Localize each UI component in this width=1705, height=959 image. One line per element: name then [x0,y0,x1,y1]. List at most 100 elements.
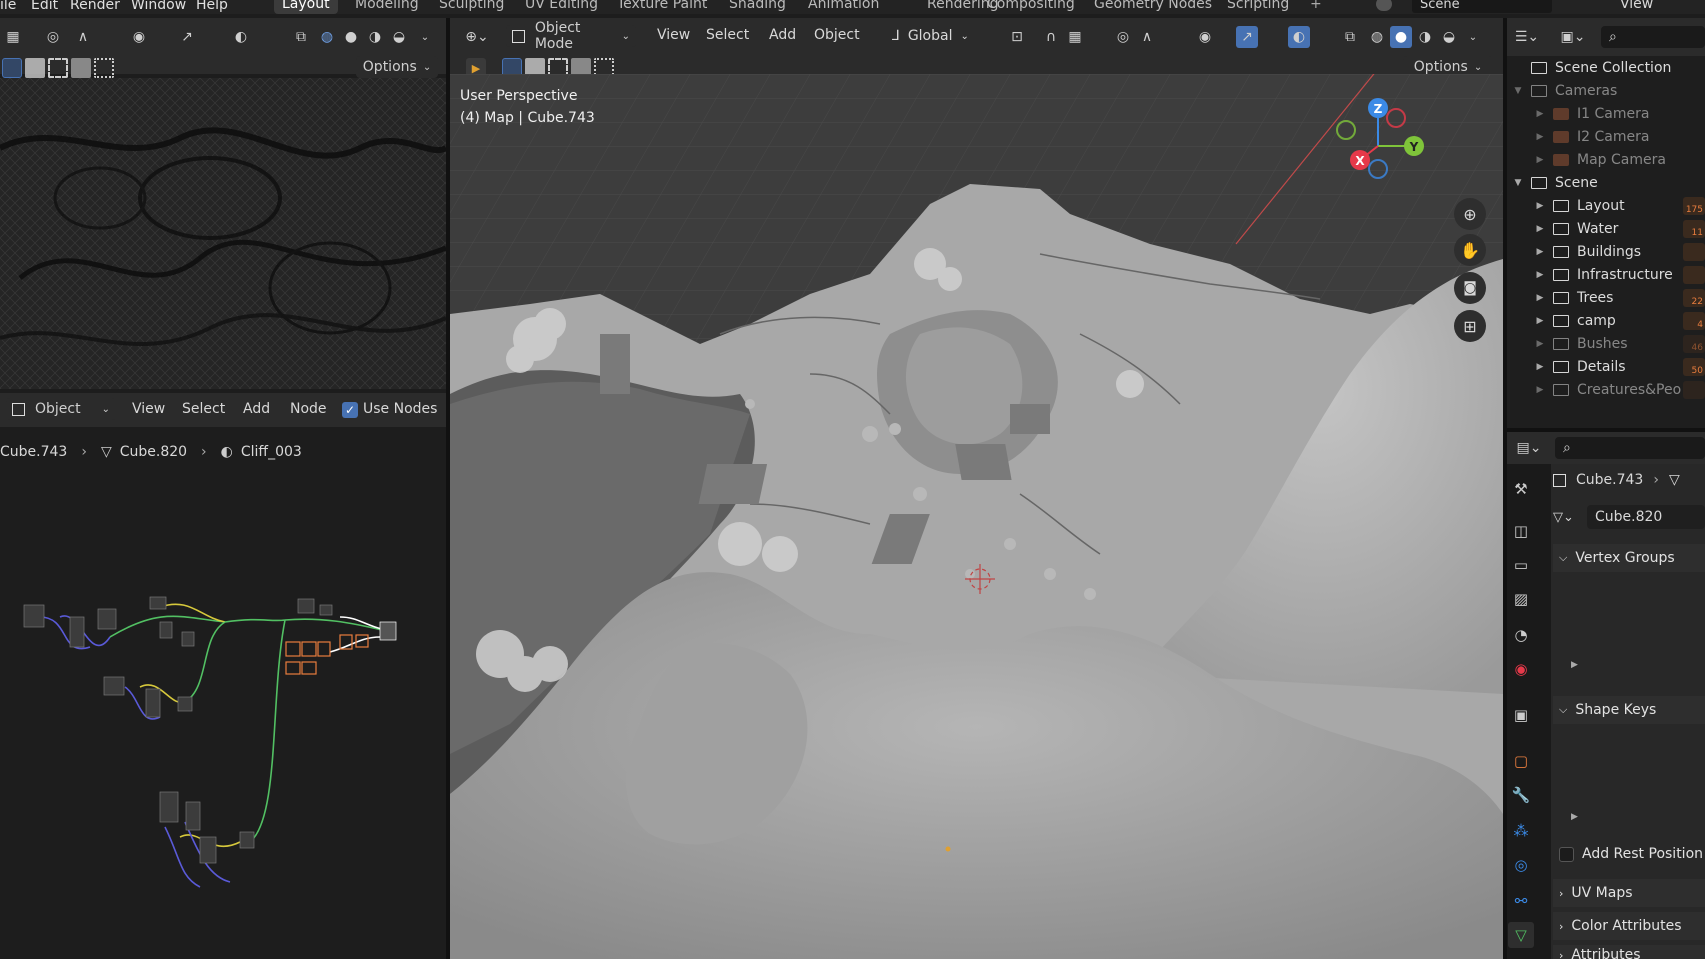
shading-popover-icon[interactable]: ⌄ [1462,26,1484,48]
outliner-item[interactable]: ▶ Bushes 46 [1507,332,1705,355]
vertex-groups-panel-header[interactable]: ⌵ Vertex Groups [1553,544,1705,572]
outliner-item[interactable]: ▶ camp 4 [1507,309,1705,332]
expand-icon[interactable]: ▶ [1533,270,1547,280]
use-nodes-checkbox[interactable]: ✓ [342,402,358,418]
child-count-badge[interactable]: 4 [1683,311,1705,330]
properties-editor-type-icon[interactable]: ▤⌄ [1511,437,1547,459]
constraints-tab-icon[interactable]: ⚯ [1508,888,1534,914]
menu-file[interactable]: ile [0,0,16,13]
outliner-root[interactable]: Scene Collection [1507,56,1705,79]
add-workspace-button[interactable]: + [1302,0,1330,14]
tab-scripting[interactable]: Scripting [1219,0,1297,14]
zoom-icon[interactable]: ⊕ [1454,198,1486,230]
scene-selector[interactable]: Scene [1412,0,1552,13]
viewport-menu-add[interactable]: Add [769,27,796,43]
expand-icon[interactable]: ▶ [1571,812,1578,822]
outliner-item[interactable]: ▶ Details 50 [1507,355,1705,378]
object-type-selector[interactable]: Object ⌄ [6,398,116,420]
outliner-item[interactable]: ▶ Creatures&Peo [1507,378,1705,401]
expand-icon[interactable]: ▶ [1533,316,1547,326]
gizmo-icon[interactable]: ↗ [176,26,198,48]
node-menu-add[interactable]: Add [243,401,270,417]
select-new-icon[interactable] [2,58,22,78]
outliner-item[interactable]: ▶ I2 Camera [1507,125,1705,148]
overlay-toggle-icon[interactable]: ◐ [1288,26,1310,48]
child-count-badge[interactable] [1683,242,1705,261]
display-mode-icon[interactable]: ▣⌄ [1555,26,1591,48]
solid-shading-icon[interactable]: ● [1390,26,1412,48]
mesh-name-field[interactable]: Cube.820 [1587,505,1705,529]
color-attributes-panel-header[interactable]: › Color Attributes [1553,912,1705,940]
material-shading-icon[interactable]: ◑ [364,26,386,48]
mesh-browse-icon[interactable]: ▽⌄ [1553,510,1587,525]
object-mode-selector[interactable]: Object Mode ⌄ [506,20,636,52]
pivot-point-icon[interactable]: ⊡ [1006,26,1028,48]
tab-shading[interactable]: Shading [721,0,794,14]
collection-tab-icon[interactable]: ▣ [1508,702,1534,728]
wireframe-shading-icon[interactable]: ◍ [316,26,338,48]
editor-type-icon[interactable]: ⊕⌄ [462,26,492,48]
xray-icon[interactable]: ⧉ [290,26,312,48]
solid-shading-icon[interactable]: ● [340,26,362,48]
transform-orientation-selector[interactable]: ⅃ Global ⌄ [892,25,992,47]
viewport-canvas[interactable]: User Perspective (4) Map | Cube.743 Z Y … [450,74,1503,959]
uv-canvas[interactable] [0,78,446,389]
collapse-icon[interactable]: ▼ [1511,86,1525,96]
node-menu-node[interactable]: Node [290,401,327,417]
child-count-badge[interactable]: 11 [1683,219,1705,238]
tab-animation[interactable]: Animation [800,0,887,14]
menu-render[interactable]: Render [70,0,120,13]
child-count-badge[interactable]: 175 [1683,196,1705,215]
outliner-item[interactable]: ▶ Buildings [1507,240,1705,263]
modifier-tab-icon[interactable]: 🔧 [1508,782,1534,808]
collapse-icon[interactable]: ▼ [1511,178,1525,188]
xray-toggle-icon[interactable]: ⧉ [1339,26,1361,48]
expand-icon[interactable]: ▶ [1533,362,1547,372]
node-menu-view[interactable]: View [132,401,165,417]
falloff-icon[interactable]: ∧ [1136,26,1158,48]
tab-modeling[interactable]: Modeling [347,0,427,14]
outliner-item[interactable]: ▶ Map Camera [1507,148,1705,171]
tab-texture-paint[interactable]: Texture Paint [609,0,715,14]
tab-compositing[interactable]: Compositing [979,0,1083,14]
expand-icon[interactable]: ▶ [1533,132,1547,142]
tab-geometry-nodes[interactable]: Geometry Nodes [1086,0,1220,14]
pan-hand-icon[interactable]: ✋ [1454,234,1486,266]
attributes-panel-header[interactable]: › Attributes [1553,945,1705,959]
add-rest-position-checkbox[interactable] [1559,846,1574,862]
mesh-data-tab-icon[interactable]: ▽ [1508,922,1534,948]
proportional-icon[interactable]: ∧ [72,26,94,48]
select-extend-icon[interactable] [25,58,45,78]
ortho-toggle-icon[interactable]: ⊞ [1454,310,1486,342]
select-subtract-icon[interactable] [48,58,68,78]
shape-keys-list[interactable]: ▶ [1561,732,1705,830]
snap-target-icon[interactable]: ▦ [1064,26,1086,48]
overlay-icon[interactable]: ◐ [230,26,252,48]
child-count-badge[interactable] [1683,380,1705,399]
pivot-icon[interactable]: ◎ [42,26,64,48]
node-menu-select[interactable]: Select [182,401,225,417]
expand-icon[interactable]: ▶ [1533,109,1547,119]
child-count-badge[interactable]: 46 [1683,334,1705,353]
tab-sculpting[interactable]: Sculpting [431,0,512,14]
uv-options-button[interactable]: Options ⌄ [356,56,438,78]
outliner-item[interactable]: ▶ Trees 22 [1507,286,1705,309]
child-count-badge[interactable]: 50 [1683,357,1705,376]
expand-icon[interactable]: ▶ [1533,385,1547,395]
output-tab-icon[interactable]: ▭ [1508,552,1534,578]
properties-search-input[interactable]: ⌕ [1555,437,1705,459]
physics-tab-icon[interactable]: ◎ [1508,852,1534,878]
select-intersect-icon[interactable] [94,58,114,78]
outliner-editor-type-icon[interactable]: ☰⌄ [1509,26,1545,48]
expand-icon[interactable]: ▶ [1533,224,1547,234]
vertex-groups-list[interactable]: ▶ [1561,580,1705,678]
snap-icon[interactable]: ∩ [1040,26,1062,48]
node-canvas[interactable]: Cube.743 › ▽ Cube.820 › ◐ Cliff_003 [0,427,446,959]
editor-type-icon[interactable]: ▦ [2,26,24,48]
gizmo-toggle-icon[interactable]: ↗ [1236,26,1258,48]
expand-icon[interactable]: ▶ [1533,339,1547,349]
expand-icon[interactable]: ▶ [1533,201,1547,211]
rendered-shading-icon[interactable]: ◒ [388,26,410,48]
world-tab-icon[interactable]: ◉ [1508,656,1534,682]
shape-keys-panel-header[interactable]: ⌵ Shape Keys [1553,696,1705,724]
